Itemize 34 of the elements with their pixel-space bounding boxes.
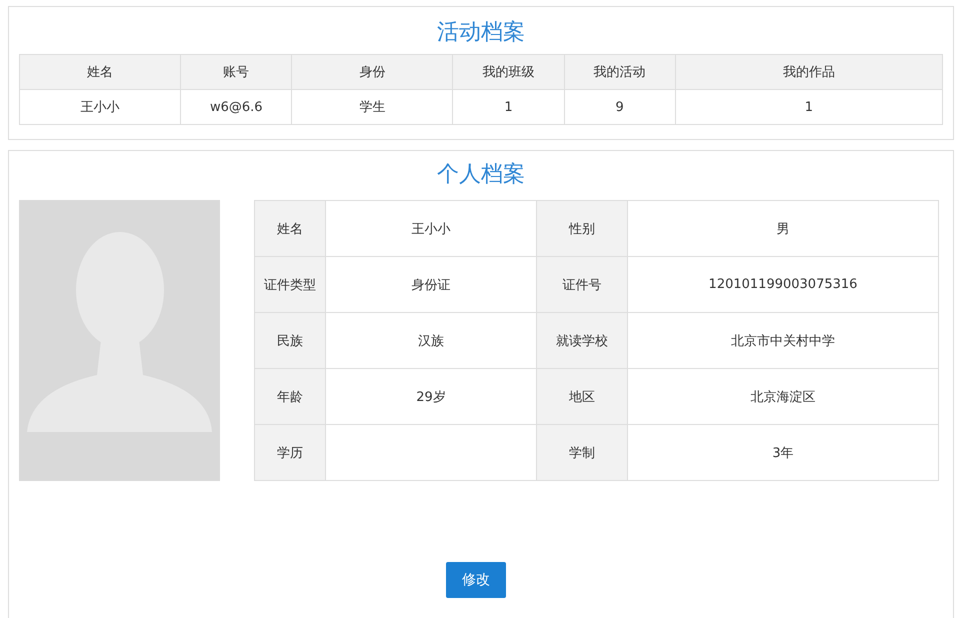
field-label: 证件类型 <box>254 256 326 312</box>
table-cell: w6@6.6 <box>180 90 292 124</box>
table-cell: 北京市中关村中学 <box>628 312 938 368</box>
table-cell: 3年 <box>628 424 938 480</box>
column-header: 我的活动 <box>564 54 676 90</box>
field-label: 证件号 <box>536 256 628 312</box>
column-header: 我的作品 <box>675 54 942 90</box>
field-label: 性别 <box>536 200 628 256</box>
field-label: 年龄 <box>254 368 326 424</box>
field-label: 学制 <box>536 424 628 480</box>
edit-button[interactable]: 修改 <box>446 562 506 598</box>
table-cell: 1 <box>452 90 564 124</box>
column-header: 我的班级 <box>452 54 564 90</box>
section-title: 个人档案 <box>436 162 526 188</box>
table-cell: 120101199003075316 <box>628 256 938 312</box>
table-cell: 1 <box>675 90 942 124</box>
column-header: 姓名 <box>20 54 181 90</box>
table-cell: 学生 <box>292 90 453 124</box>
field-label: 地区 <box>536 368 628 424</box>
table-cell: 9 <box>564 90 676 124</box>
column-header: 账号 <box>180 54 292 90</box>
field-label: 姓名 <box>254 200 326 256</box>
table-cell: 身份证 <box>326 256 536 312</box>
table-cell: 王小小 <box>20 90 181 124</box>
section-title: 活动档案 <box>436 20 526 46</box>
table-cell: 北京海淀区 <box>628 368 938 424</box>
table-cell: 男 <box>628 200 938 256</box>
table-cell: 王小小 <box>326 200 536 256</box>
field-label: 就读学校 <box>536 312 628 368</box>
field-label: 学历 <box>254 424 326 480</box>
table-cell: 29岁 <box>326 368 536 424</box>
column-header: 身份 <box>292 54 453 90</box>
field-label: 民族 <box>254 312 326 368</box>
table-cell: 汉族 <box>326 312 536 368</box>
